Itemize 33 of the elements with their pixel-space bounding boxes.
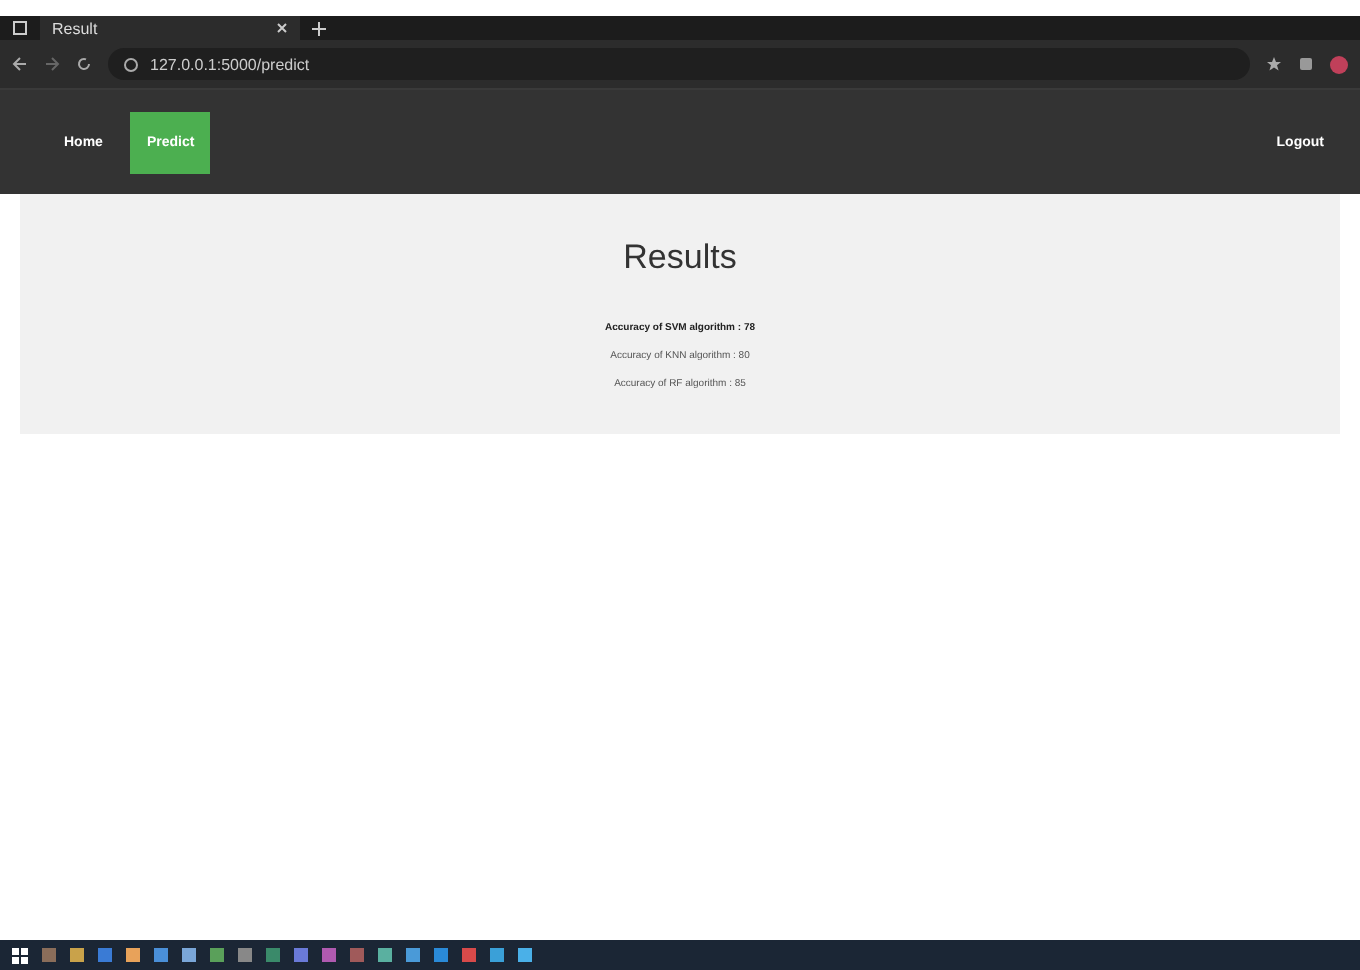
app-icon[interactable] (406, 948, 420, 962)
app-icon[interactable] (126, 948, 140, 962)
forward-icon[interactable] (44, 56, 60, 72)
app-icon[interactable] (378, 948, 392, 962)
star-icon[interactable] (1266, 56, 1282, 72)
info-icon[interactable] (124, 57, 138, 71)
browser-tab[interactable]: Result (40, 16, 300, 40)
app-icon[interactable] (154, 948, 168, 962)
app-icon[interactable] (42, 948, 56, 962)
app-icon[interactable] (518, 948, 532, 962)
url-text: 127.0.0.1:5000/predict (150, 55, 310, 73)
app-icon[interactable] (266, 948, 280, 962)
address-bar[interactable]: 127.0.0.1:5000/predict (108, 48, 1250, 80)
tab-list-icon[interactable] (12, 20, 28, 36)
app-icon[interactable] (294, 948, 308, 962)
app-icon[interactable] (238, 948, 252, 962)
back-icon[interactable] (12, 56, 28, 72)
app-icon[interactable] (350, 948, 364, 962)
app-icon[interactable] (462, 948, 476, 962)
profile-icon[interactable] (1330, 55, 1348, 73)
reload-icon[interactable] (76, 56, 92, 72)
app-icon[interactable] (182, 948, 196, 962)
results-title: Results (623, 238, 737, 278)
tab-title: Result (52, 19, 100, 37)
app-icon[interactable] (98, 948, 112, 962)
close-icon[interactable] (276, 22, 288, 34)
app-icon[interactable] (434, 948, 448, 962)
app-icon[interactable] (210, 948, 224, 962)
app-icon[interactable] (322, 948, 336, 962)
app-icon[interactable] (70, 948, 84, 962)
start-icon[interactable] (12, 947, 28, 963)
app-icon[interactable] (490, 948, 504, 962)
plus-icon[interactable] (312, 21, 326, 35)
